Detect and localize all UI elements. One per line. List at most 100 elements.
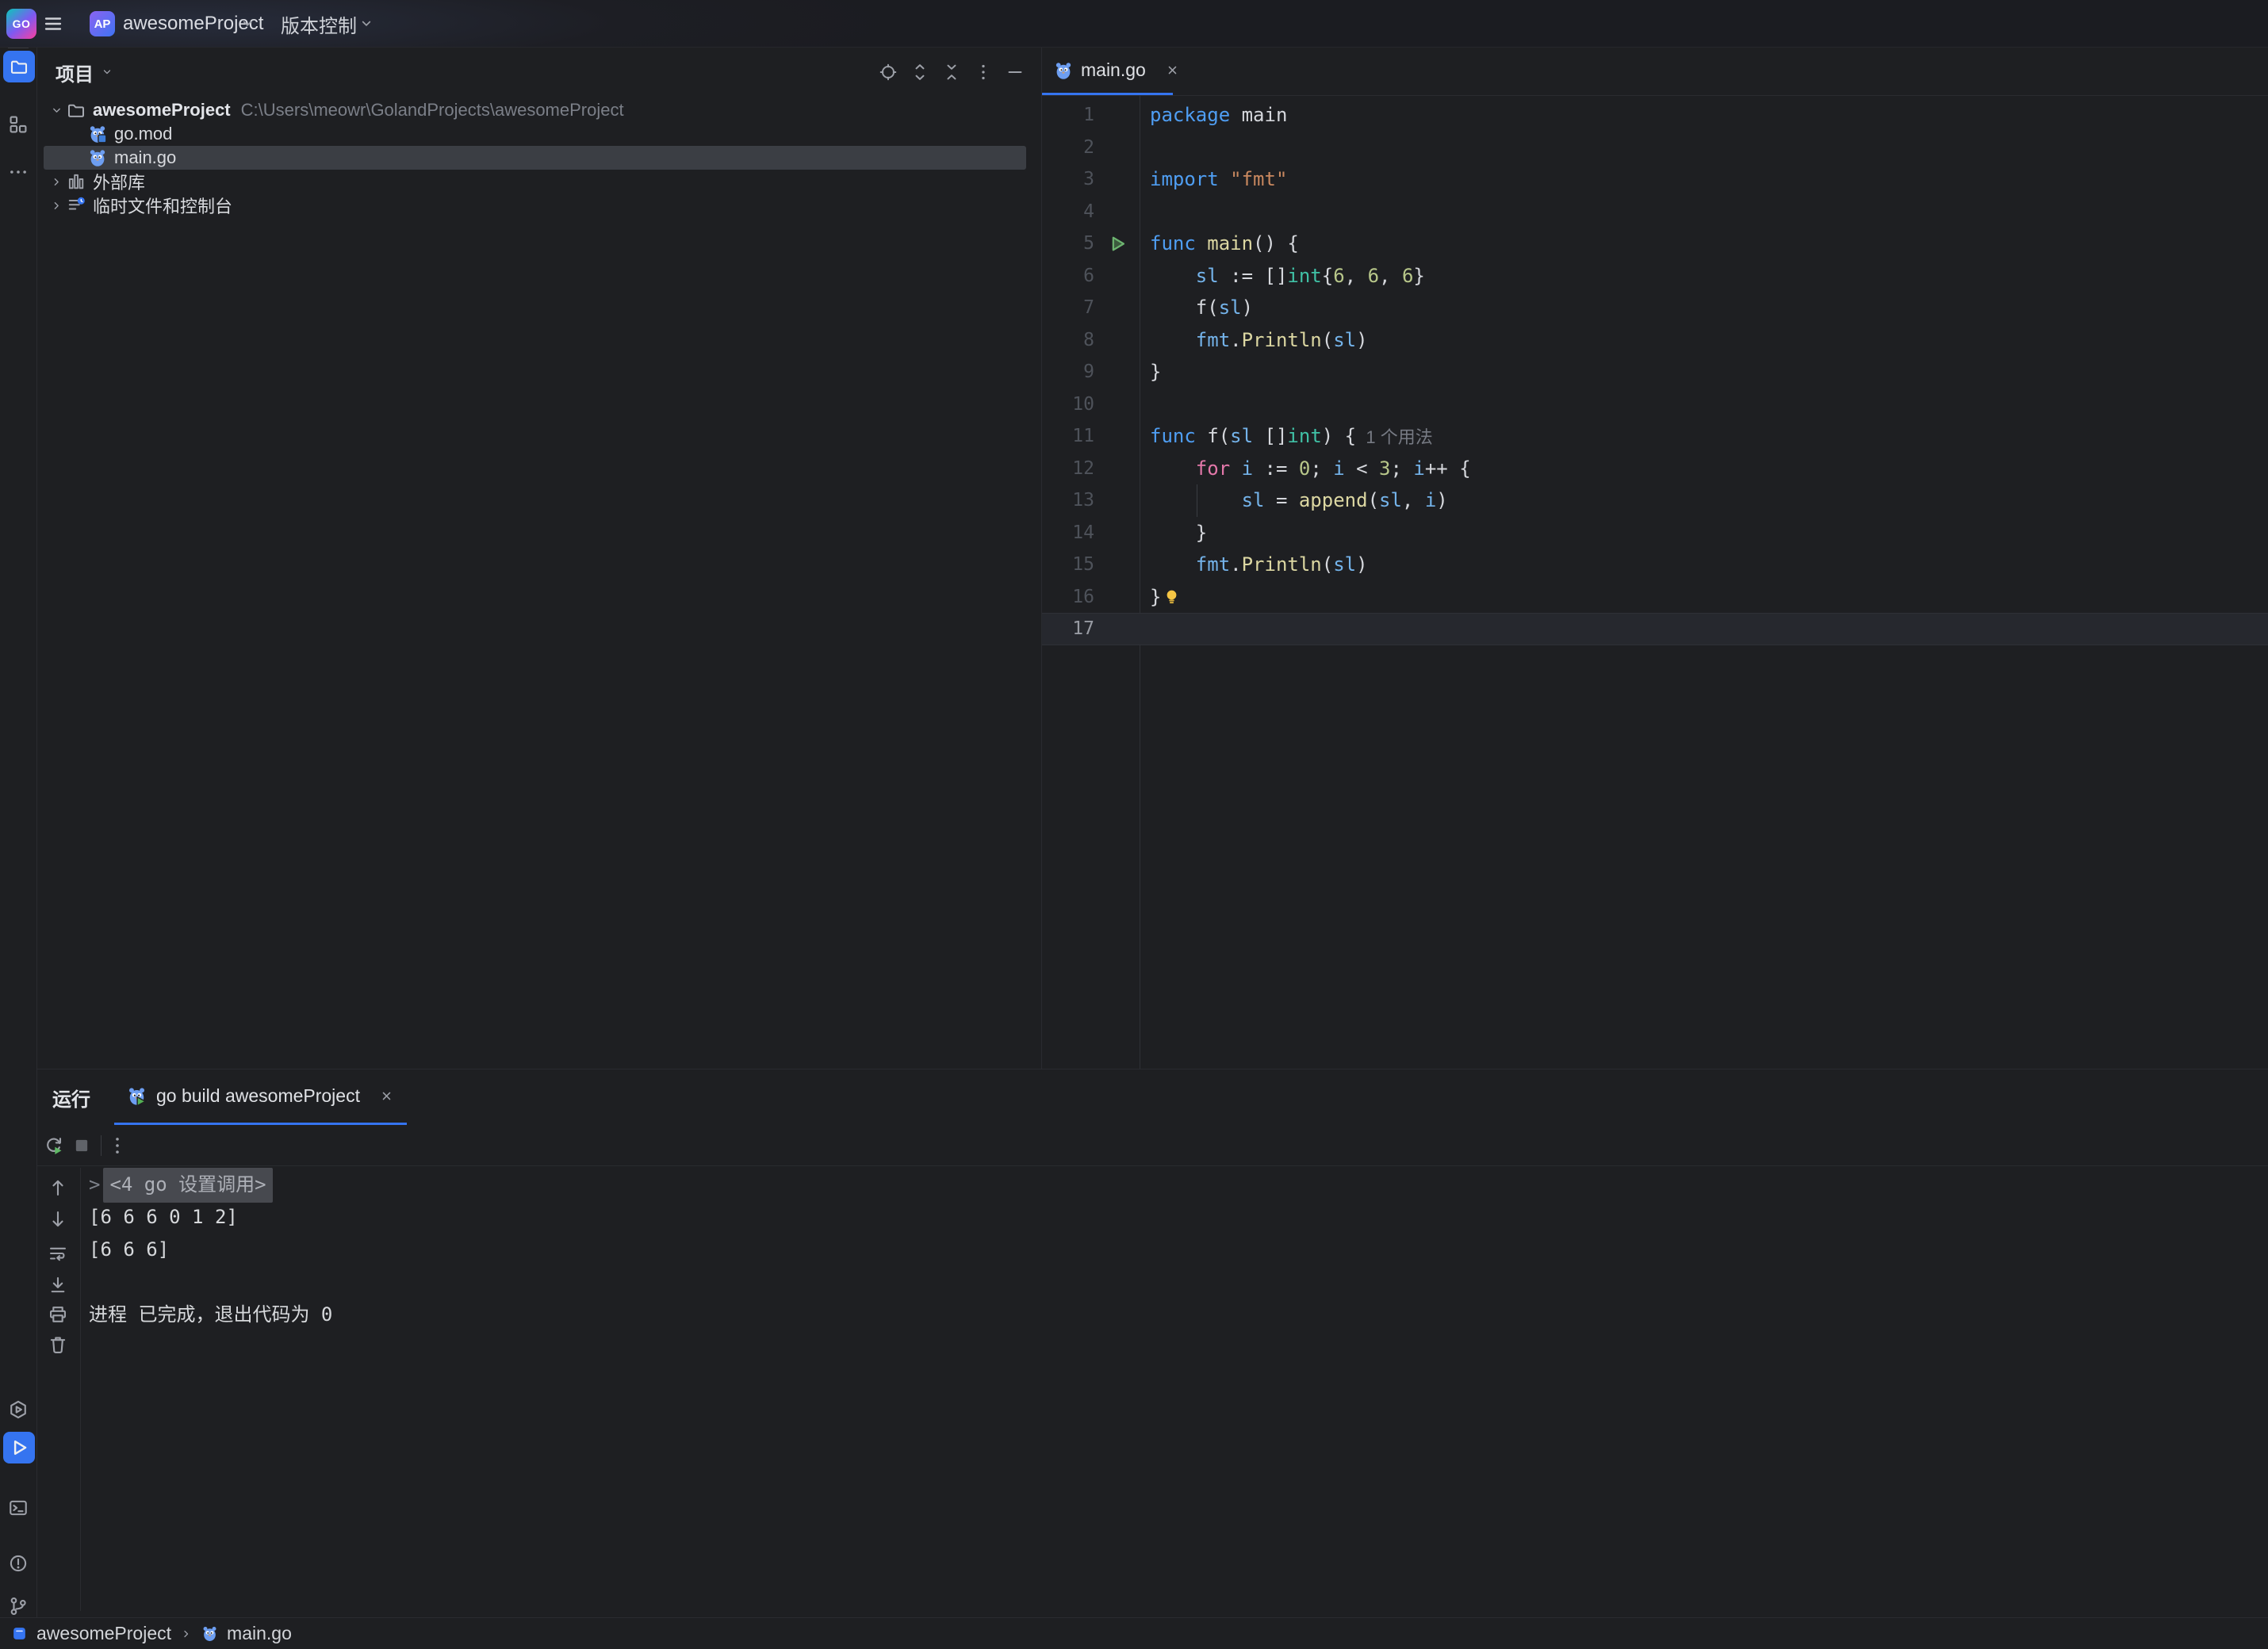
code-token: main <box>1207 232 1253 254</box>
code-token: ) { <box>1322 425 1356 447</box>
version-control-tool-button[interactable] <box>8 1596 29 1616</box>
terminal-tool-button[interactable] <box>8 1498 29 1518</box>
run-toolbar <box>37 1125 2268 1166</box>
code-line-1[interactable]: 1package main <box>1042 99 2268 132</box>
code-token: := [] <box>1219 265 1288 287</box>
code-text: sl := []int{6, 6, 6} <box>1140 265 1425 287</box>
code-token <box>1150 553 1196 576</box>
project-avatar-badge[interactable]: AP <box>90 11 115 36</box>
run-tab-go-build[interactable]: go build awesomeProject <box>114 1069 407 1125</box>
code-lines: 1package main23import "fmt"45func main()… <box>1042 99 2268 645</box>
tree-item-外部库[interactable]: 外部库 <box>44 170 1026 193</box>
hide-panel-icon[interactable] <box>1006 63 1025 82</box>
line-number: 8 <box>1042 330 1094 350</box>
tree-item-main-go[interactable]: main.go <box>44 146 1026 170</box>
chevron-down-icon[interactable] <box>358 16 374 32</box>
code-line-13[interactable]: 13 sl = append(sl, i) <box>1042 484 2268 517</box>
scroll-up-icon[interactable] <box>48 1177 68 1198</box>
folded-command-chip[interactable]: <4 go 设置调用> <box>103 1168 272 1203</box>
chevron-right-icon[interactable] <box>46 199 67 212</box>
run-panel: 运行 go build awesomeProject ><4 go 设置调用>[… <box>37 1069 2268 1617</box>
project-panel: 项目 awesomeProjectC:\Users\meowr\GolandPr… <box>37 48 1041 1069</box>
hamburger-menu-icon[interactable] <box>43 13 63 34</box>
tree-item-awesomeproject[interactable]: awesomeProjectC:\Users\meowr\GolandProje… <box>44 98 1026 122</box>
code-token: ( <box>1368 489 1379 511</box>
code-text: import "fmt" <box>1140 168 1287 190</box>
code-token: } <box>1150 522 1207 544</box>
run-gutter-icon[interactable] <box>1094 234 1140 254</box>
code-line-17[interactable]: 17 <box>1042 613 2268 645</box>
code-token: , <box>1402 489 1425 511</box>
code-token: ( <box>1322 553 1333 576</box>
code-token: int <box>1287 425 1321 447</box>
code-line-11[interactable]: 11func f(sl []int) { 1 个用法 <box>1042 420 2268 453</box>
panel-options-icon[interactable] <box>974 63 993 82</box>
console-options-icon[interactable] <box>107 1135 128 1156</box>
close-icon[interactable] <box>1165 63 1180 78</box>
chevron-down-icon[interactable] <box>239 16 255 32</box>
code-text: sl = append(sl, i) <box>1140 489 1448 511</box>
chevron-down-icon[interactable] <box>46 104 67 117</box>
code-line-12[interactable]: 12 for i := 0; i < 3; i++ { <box>1042 453 2268 485</box>
scroll-down-icon[interactable] <box>48 1209 68 1230</box>
services-tool-button[interactable] <box>8 1399 29 1420</box>
locate-file-icon[interactable] <box>879 63 898 82</box>
rerun-button[interactable] <box>44 1135 64 1156</box>
tab-main-go[interactable]: main.go <box>1042 48 1173 95</box>
editor-tab-bar: main.go <box>1042 48 2268 96</box>
code-line-4[interactable]: 4 <box>1042 196 2268 228</box>
code-token: 0 <box>1299 457 1310 480</box>
code-text: } <box>1140 522 1207 544</box>
run-tool-button[interactable] <box>3 1432 35 1463</box>
fold-chevron-icon[interactable]: > <box>89 1169 100 1201</box>
code-token: f( <box>1150 297 1219 319</box>
inlay-usage-hint[interactable]: 1 个用法 <box>1356 423 1433 449</box>
code-token: [] <box>1253 425 1287 447</box>
code-line-14[interactable]: 14 } <box>1042 517 2268 549</box>
code-line-2[interactable]: 2 <box>1042 132 2268 164</box>
clear-all-icon[interactable] <box>48 1334 68 1355</box>
code-line-10[interactable]: 10 <box>1042 388 2268 421</box>
more-tool-windows-button[interactable] <box>8 162 29 182</box>
goland-logo-icon: GO <box>6 9 36 39</box>
code-line-8[interactable]: 8 fmt.Println(sl) <box>1042 324 2268 357</box>
code-token <box>1150 457 1196 480</box>
project-tool-button[interactable] <box>3 51 35 82</box>
soft-wrap-icon[interactable] <box>48 1243 68 1264</box>
tree-item-临时文件和控制台[interactable]: 临时文件和控制台 <box>44 193 1026 217</box>
console-gutter <box>37 1166 80 1617</box>
breadcrumb-project[interactable]: awesomeProject <box>36 1623 171 1644</box>
code-line-15[interactable]: 15 fmt.Println(sl) <box>1042 549 2268 581</box>
code-line-7[interactable]: 7 f(sl) <box>1042 292 2268 324</box>
close-icon[interactable] <box>379 1088 394 1104</box>
code-line-16[interactable]: 16} <box>1042 581 2268 614</box>
vcs-menu[interactable]: 版本控制 <box>281 0 357 48</box>
tree-item-go-mod[interactable]: go.mod <box>44 122 1026 146</box>
intention-bulb-icon[interactable] <box>1163 587 1181 606</box>
chevron-down-icon[interactable] <box>101 66 113 78</box>
console-text: [6 6 6 0 1 2] <box>89 1201 238 1234</box>
code-line-5[interactable]: 5func main() { <box>1042 228 2268 260</box>
code-token: 6 <box>1333 265 1344 287</box>
code-token: , <box>1345 265 1368 287</box>
console-text: 进程 已完成，退出代码为 0 <box>89 1299 332 1331</box>
expand-all-icon[interactable] <box>910 63 929 82</box>
code-token: ; <box>1390 457 1413 480</box>
status-bar: awesomeProject main.go <box>0 1617 2268 1649</box>
line-number: 6 <box>1042 266 1094 286</box>
code-line-9[interactable]: 9} <box>1042 356 2268 388</box>
print-icon[interactable] <box>48 1304 68 1325</box>
breadcrumb-file[interactable]: main.go <box>227 1623 292 1644</box>
problems-tool-button[interactable] <box>8 1553 29 1574</box>
scroll-to-end-icon[interactable] <box>48 1275 68 1295</box>
chevron-right-icon[interactable] <box>46 175 67 189</box>
left-tool-strip <box>0 48 37 1617</box>
code-line-3[interactable]: 3import "fmt" <box>1042 163 2268 196</box>
code-token: . <box>1230 329 1241 351</box>
console-line-1[interactable]: ><4 go 设置调用> <box>89 1169 2252 1201</box>
code-line-6[interactable]: 6 sl := []int{6, 6, 6} <box>1042 260 2268 293</box>
tree-item-label: awesomeProject <box>93 100 231 121</box>
stop-button[interactable] <box>71 1135 92 1156</box>
structure-tool-button[interactable] <box>8 114 29 135</box>
collapse-all-icon[interactable] <box>942 63 961 82</box>
